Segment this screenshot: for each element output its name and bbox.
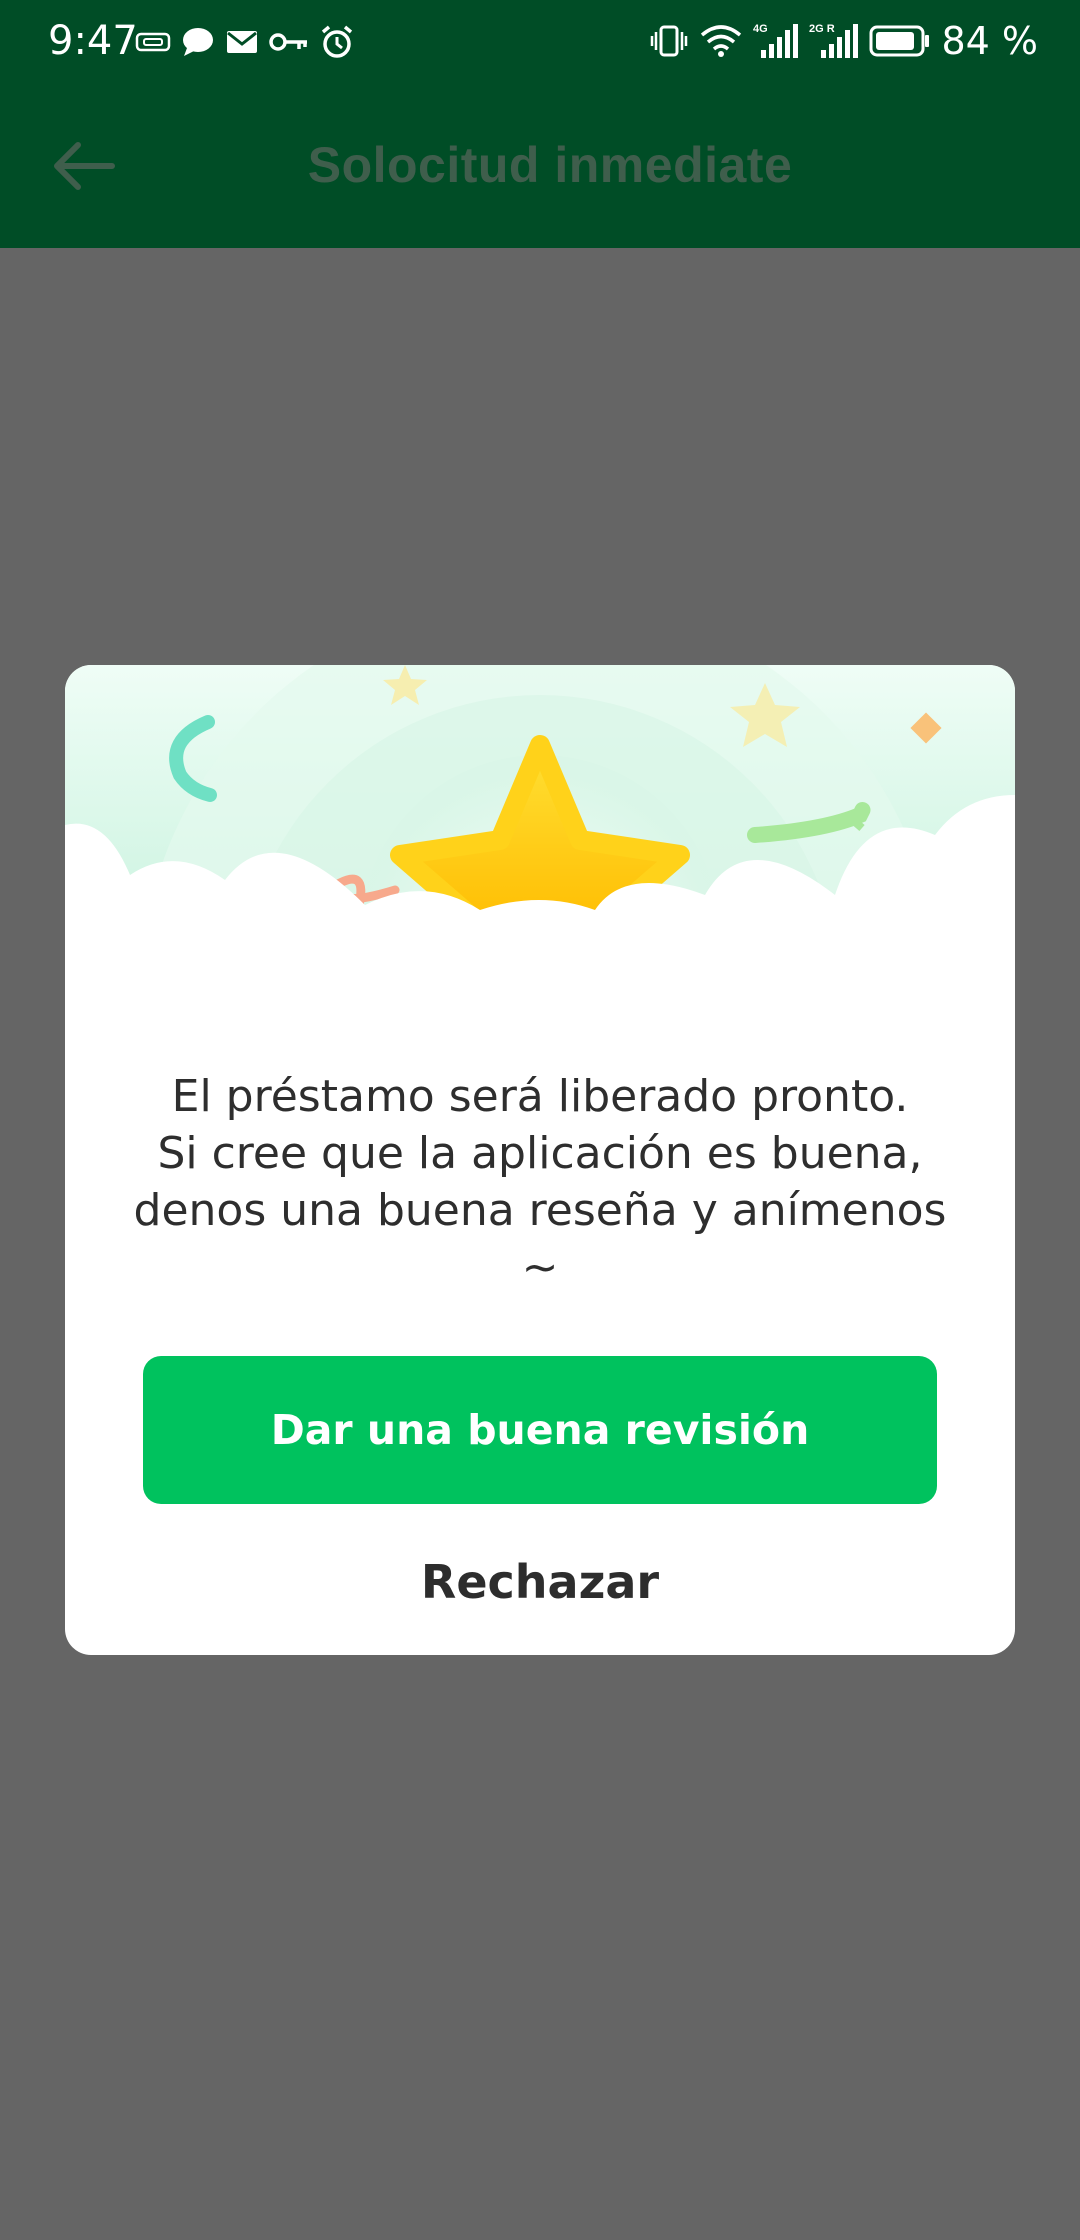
- key-icon: [269, 30, 309, 54]
- vibrate-icon: [649, 24, 689, 58]
- page-title: Solocitud inmediate: [307, 137, 793, 193]
- network-type-label: 4G: [753, 23, 768, 35]
- message-line: Si cree que la aplicación es buena,: [157, 1128, 923, 1179]
- alarm-icon: [319, 24, 355, 60]
- vpn-icon: [135, 30, 171, 54]
- dialog-message: El préstamo será liberado pronto. Si cre…: [105, 1068, 975, 1296]
- message-line: El préstamo será liberado pronto.: [171, 1071, 909, 1122]
- signal-icon: 4G: [753, 22, 799, 60]
- battery-percentage: 84 %: [941, 19, 1038, 63]
- system-icons: 4G 2G R 84 %: [649, 16, 1038, 66]
- give-review-button[interactable]: Dar una buena revisión: [143, 1356, 937, 1504]
- wifi-icon: [699, 23, 743, 59]
- app-bar: Solocitud inmediate: [0, 84, 1080, 248]
- network-type-label: 2G R: [809, 23, 835, 35]
- status-bar: 9:47 4G 2G R 84 %: [0, 0, 1080, 84]
- message-line: ~: [521, 1242, 559, 1293]
- status-time: 9:47: [48, 18, 138, 64]
- signal-icon: 2G R: [809, 22, 859, 60]
- star-celebration-illustration: [65, 665, 1015, 1035]
- reject-button[interactable]: Rechazar: [65, 1547, 1015, 1617]
- message-line: denos una buena reseña y anímenos: [133, 1185, 947, 1236]
- review-dialog: El préstamo será liberado pronto. Si cre…: [65, 665, 1015, 1655]
- notification-icons: [135, 22, 355, 62]
- battery-icon: [869, 24, 931, 58]
- chat-icon: [181, 26, 215, 58]
- mail-icon: [225, 28, 259, 56]
